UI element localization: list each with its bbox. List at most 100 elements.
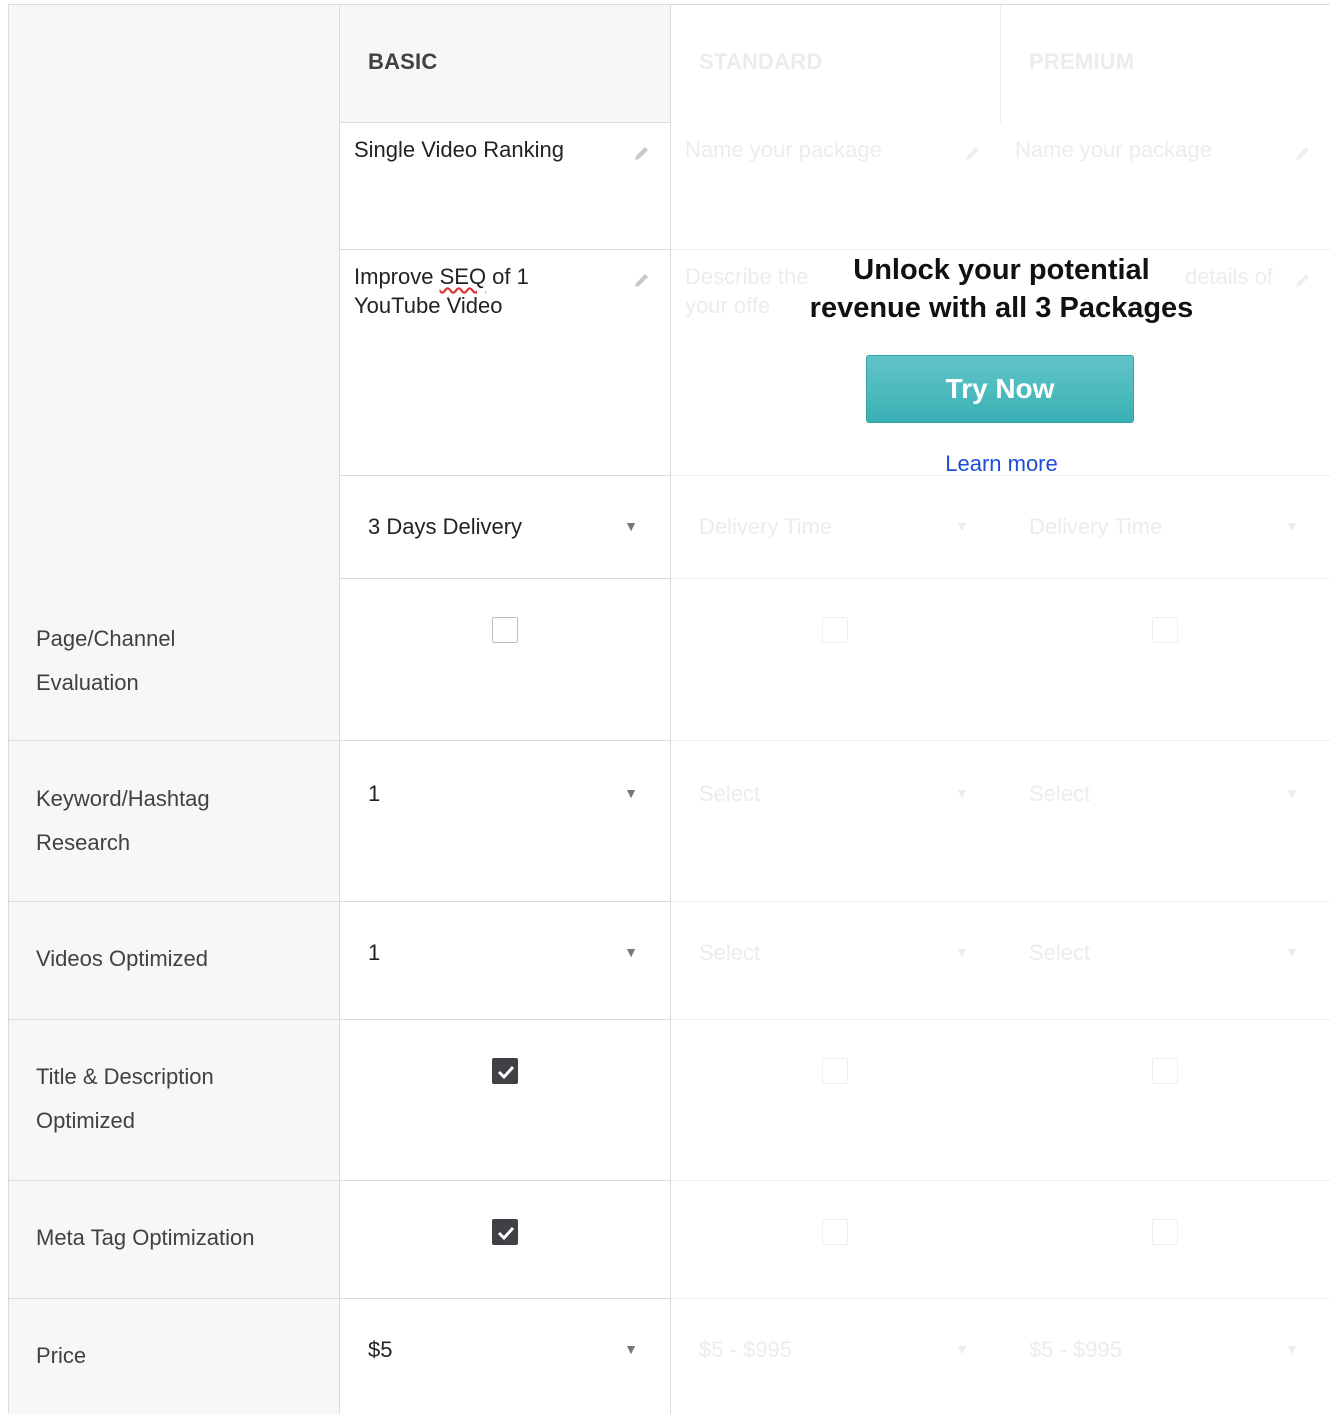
standard-page-channel-cell xyxy=(671,579,1001,741)
basic-delivery-value: 3 Days Delivery xyxy=(368,514,523,539)
keyword-label-cell: Keyword/Hashtag Research xyxy=(9,741,340,902)
basic-keyword-value: 1 xyxy=(368,781,381,806)
price-label-cell: Price xyxy=(9,1299,340,1414)
name-row: Single Video Ranking Name your package N… xyxy=(9,123,1331,250)
checkmark-icon xyxy=(497,1065,515,1080)
basic-header-label: BASIC xyxy=(368,49,438,74)
page-channel-row: Page/Channel Evaluation xyxy=(9,579,1331,741)
premium-delivery-select[interactable]: Delivery Time ▼ xyxy=(1001,476,1331,579)
desc-misspelled-word: SEQ xyxy=(439,264,487,289)
videos-label: Videos Optimized xyxy=(36,946,209,971)
premium-name-placeholder: Name your package xyxy=(1015,137,1212,162)
title-desc-row: Title & Description Optimized xyxy=(9,1020,1331,1181)
meta-tag-label: Meta Tag Optimization xyxy=(36,1225,255,1250)
page-channel-label-line1: Page/Channel xyxy=(36,626,176,651)
basic-page-channel-cell xyxy=(340,579,671,741)
title-desc-label-line2: Optimized xyxy=(36,1108,136,1133)
upsell-overlay: Unlock your potential revenue with all 3 … xyxy=(672,245,1331,485)
package-table: BASIC STANDARD PREMIUM Single Video Rank… xyxy=(8,4,1331,1414)
basic-videos-select[interactable]: 1 ▼ xyxy=(340,902,671,1020)
pencil-icon[interactable] xyxy=(1293,143,1313,163)
videos-row: Videos Optimized 1 ▼ Select ▼ Select ▼ xyxy=(9,902,1331,1020)
keyword-label-line1: Keyword/Hashtag xyxy=(36,786,210,811)
standard-page-channel-checkbox[interactable] xyxy=(822,617,848,643)
pencil-icon[interactable] xyxy=(963,143,983,163)
meta-tag-row: Meta Tag Optimization xyxy=(9,1181,1331,1299)
header-empty-cell xyxy=(9,5,340,123)
keyword-row: Keyword/Hashtag Research 1 ▼ Select ▼ Sel… xyxy=(9,741,1331,902)
checkmark-icon xyxy=(497,1226,515,1241)
chevron-down-icon: ▼ xyxy=(1285,944,1299,960)
premium-videos-select[interactable]: Select ▼ xyxy=(1001,902,1331,1020)
basic-price-value: $5 xyxy=(368,1337,393,1362)
premium-meta-tag-checkbox[interactable] xyxy=(1152,1219,1178,1245)
basic-meta-tag-checkbox[interactable] xyxy=(492,1219,518,1245)
standard-price-value: $5 - $995 xyxy=(699,1337,792,1362)
premium-page-channel-checkbox[interactable] xyxy=(1152,617,1178,643)
premium-keyword-select[interactable]: Select ▼ xyxy=(1001,741,1331,902)
standard-videos-value: Select xyxy=(699,940,761,965)
basic-page-channel-checkbox[interactable] xyxy=(492,617,518,643)
delivery-row-label-cell xyxy=(9,476,340,579)
upsell-title-line1: Unlock your potential xyxy=(853,254,1150,286)
basic-videos-value: 1 xyxy=(368,940,381,965)
standard-name-placeholder: Name your package xyxy=(685,137,882,162)
description-row-label-cell xyxy=(9,250,340,476)
keyword-label: Keyword/Hashtag Research xyxy=(36,777,210,865)
standard-delivery-select[interactable]: Delivery Time ▼ xyxy=(671,476,1001,579)
standard-videos-select[interactable]: Select ▼ xyxy=(671,902,1001,1020)
title-desc-label-line1: Title & Description xyxy=(36,1064,214,1089)
header-standard: STANDARD xyxy=(671,5,1001,123)
chevron-down-icon: ▼ xyxy=(624,1341,638,1357)
keyword-label-line2: Research xyxy=(36,830,131,855)
chevron-down-icon: ▼ xyxy=(624,785,638,801)
standard-keyword-select[interactable]: Select ▼ xyxy=(671,741,1001,902)
standard-title-desc-checkbox[interactable] xyxy=(822,1058,848,1084)
premium-name-field[interactable]: Name your package xyxy=(1001,123,1331,250)
chevron-down-icon: ▼ xyxy=(1285,518,1299,534)
chevron-down-icon: ▼ xyxy=(955,518,969,534)
standard-meta-tag-checkbox[interactable] xyxy=(822,1219,848,1245)
page-channel-label-line2: Evaluation xyxy=(36,670,139,695)
premium-meta-tag-cell xyxy=(1001,1181,1331,1299)
desc-part1: Improve xyxy=(354,264,440,289)
chevron-down-icon: ▼ xyxy=(624,944,638,960)
basic-description-field[interactable]: Improve SEQ of 1 YouTube Video xyxy=(340,250,671,476)
chevron-down-icon: ▼ xyxy=(955,944,969,960)
premium-keyword-value: Select xyxy=(1029,781,1091,806)
title-desc-label: Title & Description Optimized xyxy=(36,1055,214,1143)
pencil-icon[interactable] xyxy=(632,270,652,290)
page-channel-label: Page/Channel Evaluation xyxy=(36,617,175,705)
premium-header-label: PREMIUM xyxy=(1029,49,1135,74)
basic-keyword-select[interactable]: 1 ▼ xyxy=(340,741,671,902)
title-desc-label-cell: Title & Description Optimized xyxy=(9,1020,340,1181)
page-channel-label-cell: Page/Channel Evaluation xyxy=(9,579,340,741)
chevron-down-icon: ▼ xyxy=(1285,1341,1299,1357)
price-row: Price $5 ▼ $5 - $995 ▼ $5 - $995 ▼ xyxy=(9,1299,1331,1414)
premium-videos-value: Select xyxy=(1029,940,1091,965)
header-basic: BASIC xyxy=(340,5,671,123)
upsell-title-line2: revenue with all 3 Packages xyxy=(809,292,1194,324)
standard-name-field[interactable]: Name your package xyxy=(671,123,1001,250)
meta-tag-label-cell: Meta Tag Optimization xyxy=(9,1181,340,1299)
delivery-row: 3 Days Delivery ▼ Delivery Time ▼ Delive… xyxy=(9,476,1331,579)
learn-more-link: Learn more xyxy=(672,451,1331,477)
premium-title-desc-cell xyxy=(1001,1020,1331,1181)
basic-title-desc-checkbox[interactable] xyxy=(492,1058,518,1084)
videos-label-cell: Videos Optimized xyxy=(9,902,340,1020)
basic-name-text: Single Video Ranking xyxy=(354,137,564,162)
basic-name-field[interactable]: Single Video Ranking xyxy=(340,123,671,250)
pencil-icon[interactable] xyxy=(632,143,652,163)
premium-price-select[interactable]: $5 - $995 ▼ xyxy=(1001,1299,1331,1414)
premium-delivery-value: Delivery Time xyxy=(1029,514,1163,539)
standard-delivery-value: Delivery Time xyxy=(699,514,833,539)
standard-price-select[interactable]: $5 - $995 ▼ xyxy=(671,1299,1001,1414)
basic-delivery-select[interactable]: 3 Days Delivery ▼ xyxy=(340,476,671,579)
premium-page-channel-cell xyxy=(1001,579,1331,741)
learn-more-link-text[interactable]: Learn more xyxy=(945,451,1058,476)
basic-meta-tag-cell xyxy=(340,1181,671,1299)
try-now-button[interactable]: Try Now xyxy=(866,355,1134,423)
basic-price-select[interactable]: $5 ▼ xyxy=(340,1299,671,1414)
standard-header-label: STANDARD xyxy=(699,49,823,74)
premium-title-desc-checkbox[interactable] xyxy=(1152,1058,1178,1084)
